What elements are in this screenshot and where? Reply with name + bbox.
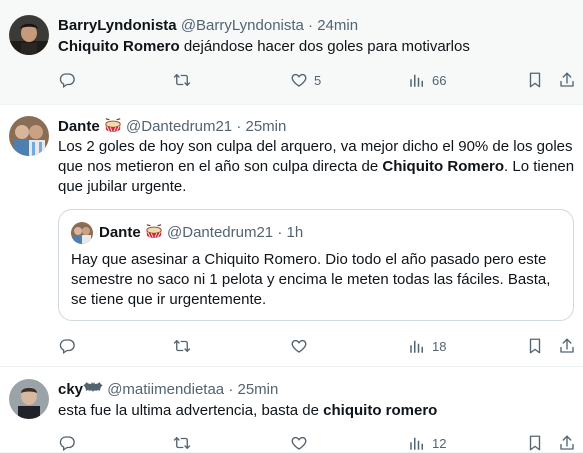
views-button[interactable]: 18 [408,336,446,356]
tweet-actions: 12 [58,433,576,453]
reply-button[interactable] [58,336,76,356]
bookmark-icon [526,71,544,89]
tweet-header: BarryLyndonista @BarryLyndonista · 24min [58,16,358,36]
bookmark-button[interactable] [526,336,544,356]
drum-icon [104,118,122,134]
views-icon [408,434,426,452]
tweet-text: Los 2 goles de hoy son culpa del arquero… [58,137,576,197]
separator: · [228,381,234,398]
bookmark-icon [526,337,544,355]
bookmark-button[interactable] [526,433,544,453]
quote-avatar [71,222,93,244]
reply-button[interactable] [58,70,76,90]
display-name[interactable]: cky [58,381,83,398]
separator: · [236,118,242,135]
timestamp[interactable]: 25min [238,381,279,398]
views-count: 66 [432,72,447,88]
retweet-button[interactable] [173,433,191,453]
avatar[interactable] [9,15,49,55]
quote-timestamp: 1h [286,224,304,241]
tweet-actions: 18 [58,336,576,356]
quote-header: Dante @Dantedrum21 · 1h [99,223,303,243]
share-icon [558,434,576,452]
share-button[interactable] [558,70,576,90]
quote-display-name: Dante [99,224,141,241]
reply-icon [58,434,76,452]
retweet-icon [173,434,191,452]
handle[interactable]: @BarryLyndonista [181,17,304,34]
like-icon [290,434,308,452]
like-icon [290,337,308,355]
views-button[interactable]: 66 [408,70,446,90]
quote-handle: @Dantedrum21 [167,224,274,241]
tweet-1[interactable]: BarryLyndonista @BarryLyndonista · 24min… [0,0,583,105]
tweet-2[interactable]: Dante @Dantedrum21 · 25min Los 2 goles d… [0,105,583,367]
views-count: 12 [432,435,447,451]
retweet-button[interactable] [173,70,191,90]
views-icon [408,71,426,89]
reply-icon [58,71,76,89]
like-button[interactable]: 5 [290,70,321,90]
like-button[interactable] [290,336,308,356]
share-button[interactable] [558,433,576,453]
display-name[interactable]: Dante [58,118,100,135]
separator: · [308,17,314,34]
like-count: 5 [314,72,322,88]
views-count: 18 [432,338,447,354]
tweet-text: Chiquito Romero dejándose hacer dos gole… [58,37,576,57]
tweet-text-bold: Chiquito Romero [382,158,505,175]
quote-text: Hay que asesinar a Chiquito Romero. Dio … [71,251,551,308]
tweet-text: esta fue la ultima advertencia, basta de… [58,401,576,421]
share-button[interactable] [558,336,576,356]
avatar[interactable] [9,116,49,156]
bookmark-button[interactable] [526,70,544,90]
views-button[interactable]: 12 [408,433,446,453]
retweet-button[interactable] [173,336,191,356]
timestamp[interactable]: 24min [317,17,358,34]
like-button[interactable] [290,433,308,453]
handle[interactable]: @Dantedrum21 [126,118,232,135]
display-name[interactable]: BarryLyndonista [58,17,177,34]
tweet-header: Dante @Dantedrum21 · 25min [58,117,286,137]
tweet-header: cky @matiimendietaa · 25min [58,380,278,400]
reply-icon [58,337,76,355]
share-icon [558,337,576,355]
tweet-text-bold: chiquito romero [323,402,438,419]
handle[interactable]: @matiimendietaa [107,381,224,398]
drum-icon [145,224,163,240]
views-icon [408,337,426,355]
like-icon [290,71,308,89]
retweet-icon [173,71,191,89]
timestamp[interactable]: 25min [246,118,287,135]
tweet-actions: 5 66 [58,70,576,90]
tweet-text-rest: dejándose hacer dos goles para motivarlo… [179,38,470,55]
tweet-text-part: esta fue la ultima advertencia, basta de [58,402,324,419]
tweet-3[interactable]: cky @matiimendietaa · 25min esta fue la … [0,367,583,453]
quoted-tweet[interactable]: Dante @Dantedrum21 · 1h Hay que asesinar… [58,209,574,321]
reply-button[interactable] [58,433,76,453]
tweet-text-bold: Chiquito Romero [58,38,180,55]
retweet-icon [173,337,191,355]
avatar[interactable] [9,379,49,419]
bookmark-icon [526,434,544,452]
share-icon [558,71,576,89]
separator: · [277,224,283,241]
batman-icon [83,382,104,392]
